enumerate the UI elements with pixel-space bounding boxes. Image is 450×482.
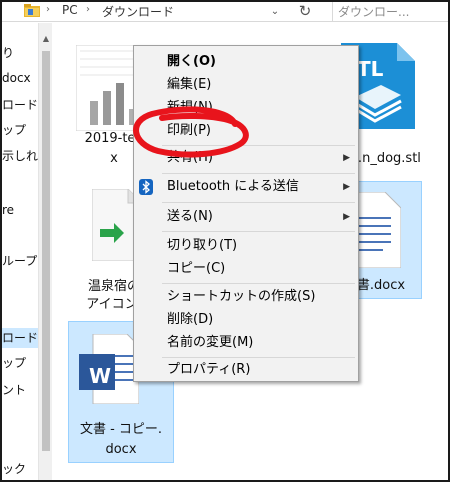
menu-item-label: コピー(C) bbox=[167, 261, 226, 276]
menu-separator bbox=[162, 202, 355, 203]
menu-item-cut[interactable]: 切り取り(T) bbox=[134, 235, 358, 257]
bluetooth-icon bbox=[139, 179, 153, 195]
menu-item-rename[interactable]: 名前の変更(M) bbox=[134, 332, 358, 354]
menu-item-label: 新規(N) bbox=[167, 100, 213, 115]
menu-item-bluetooth-send[interactable]: Bluetooth による送信 ▶ bbox=[134, 176, 358, 198]
navigation-pane: り docx ロード ップ 示しれ re ループ ロード ップ ント ック bbox=[2, 23, 40, 480]
menu-item-label: 編集(E) bbox=[167, 77, 212, 92]
submenu-arrow-icon: ▶ bbox=[343, 153, 350, 163]
word-badge: W bbox=[89, 364, 112, 388]
menu-separator bbox=[162, 145, 355, 146]
search-input[interactable]: ダウンロー... bbox=[332, 2, 448, 22]
folder-icon bbox=[24, 4, 40, 17]
submenu-arrow-icon: ▶ bbox=[343, 212, 350, 222]
breadcrumb-separator: › bbox=[46, 4, 50, 15]
nav-item[interactable]: ロード bbox=[2, 95, 38, 115]
nav-item[interactable]: docx bbox=[2, 68, 38, 88]
file-name: 文書 - コピー. bbox=[79, 422, 163, 437]
nav-item[interactable]: ック bbox=[2, 459, 38, 479]
chevron-down-icon[interactable]: ⌄ bbox=[265, 3, 285, 21]
menu-item-label: Bluetooth による送信 bbox=[167, 179, 299, 194]
menu-item-send-to[interactable]: 送る(N) ▶ bbox=[134, 206, 358, 228]
menu-separator bbox=[162, 173, 355, 174]
menu-item-properties[interactable]: プロパティ(R) bbox=[134, 359, 358, 381]
menu-item-edit[interactable]: 編集(E) bbox=[134, 74, 358, 96]
nav-scrollbar[interactable]: ▲ bbox=[38, 23, 53, 480]
nav-item-selected[interactable]: ロード bbox=[2, 328, 38, 348]
menu-item-label: 切り取り(T) bbox=[167, 238, 238, 253]
breadcrumb-pc[interactable]: PC bbox=[62, 3, 78, 17]
menu-item-share[interactable]: 共有(H) ▶ bbox=[134, 147, 358, 169]
address-bar[interactable]: › PC › ダウンロード ⌄ ↻ bbox=[2, 2, 332, 22]
nav-item[interactable]: ント bbox=[2, 380, 38, 400]
menu-item-print[interactable]: 印刷(P) bbox=[134, 120, 358, 142]
menu-item-label: プロパティ(R) bbox=[167, 362, 251, 377]
menu-item-label: 開く(O) bbox=[167, 54, 216, 69]
menu-item-copy[interactable]: コピー(C) bbox=[134, 258, 358, 280]
menu-item-label: ショートカットの作成(S) bbox=[167, 289, 316, 304]
nav-item[interactable]: ループ bbox=[2, 251, 38, 271]
nav-item[interactable]: り bbox=[2, 43, 38, 63]
menu-item-label: 送る(N) bbox=[167, 209, 213, 224]
file-name: docx bbox=[105, 442, 137, 457]
menu-item-label: 共有(H) bbox=[167, 150, 213, 165]
search-placeholder: ダウンロー... bbox=[338, 5, 410, 19]
menu-separator bbox=[162, 231, 355, 232]
nav-item[interactable]: 示しれ bbox=[2, 146, 38, 166]
menu-item-delete[interactable]: 削除(D) bbox=[134, 309, 358, 331]
breadcrumb-downloads[interactable]: ダウンロード bbox=[102, 3, 174, 20]
menu-item-label: 印刷(P) bbox=[167, 123, 211, 138]
scroll-up-arrow-icon[interactable]: ▲ bbox=[39, 33, 53, 45]
menu-item-new[interactable]: 新規(N) bbox=[134, 97, 358, 119]
explorer-window: › PC › ダウンロード ⌄ ↻ ダウンロー... り docx ロード ップ… bbox=[0, 0, 450, 482]
menu-item-label: 削除(D) bbox=[167, 312, 214, 327]
nav-item[interactable]: re bbox=[2, 200, 38, 220]
stl-badge: TL bbox=[357, 57, 384, 81]
menu-item-open[interactable]: 開く(O) bbox=[134, 51, 358, 73]
menu-separator bbox=[162, 357, 355, 358]
scrollbar-thumb[interactable] bbox=[42, 51, 50, 451]
submenu-arrow-icon: ▶ bbox=[343, 182, 350, 192]
refresh-icon[interactable]: ↻ bbox=[294, 2, 316, 20]
context-menu: 開く(O) 編集(E) 新規(N) 印刷(P) 共有(H) ▶ Bluetooth… bbox=[133, 45, 359, 382]
nav-item[interactable]: ップ bbox=[2, 353, 38, 373]
nav-item[interactable]: ップ bbox=[2, 120, 38, 140]
menu-separator bbox=[162, 283, 355, 284]
breadcrumb-separator: › bbox=[86, 4, 90, 15]
menu-item-create-shortcut[interactable]: ショートカットの作成(S) bbox=[134, 286, 358, 308]
menu-item-label: 名前の変更(M) bbox=[167, 335, 254, 350]
